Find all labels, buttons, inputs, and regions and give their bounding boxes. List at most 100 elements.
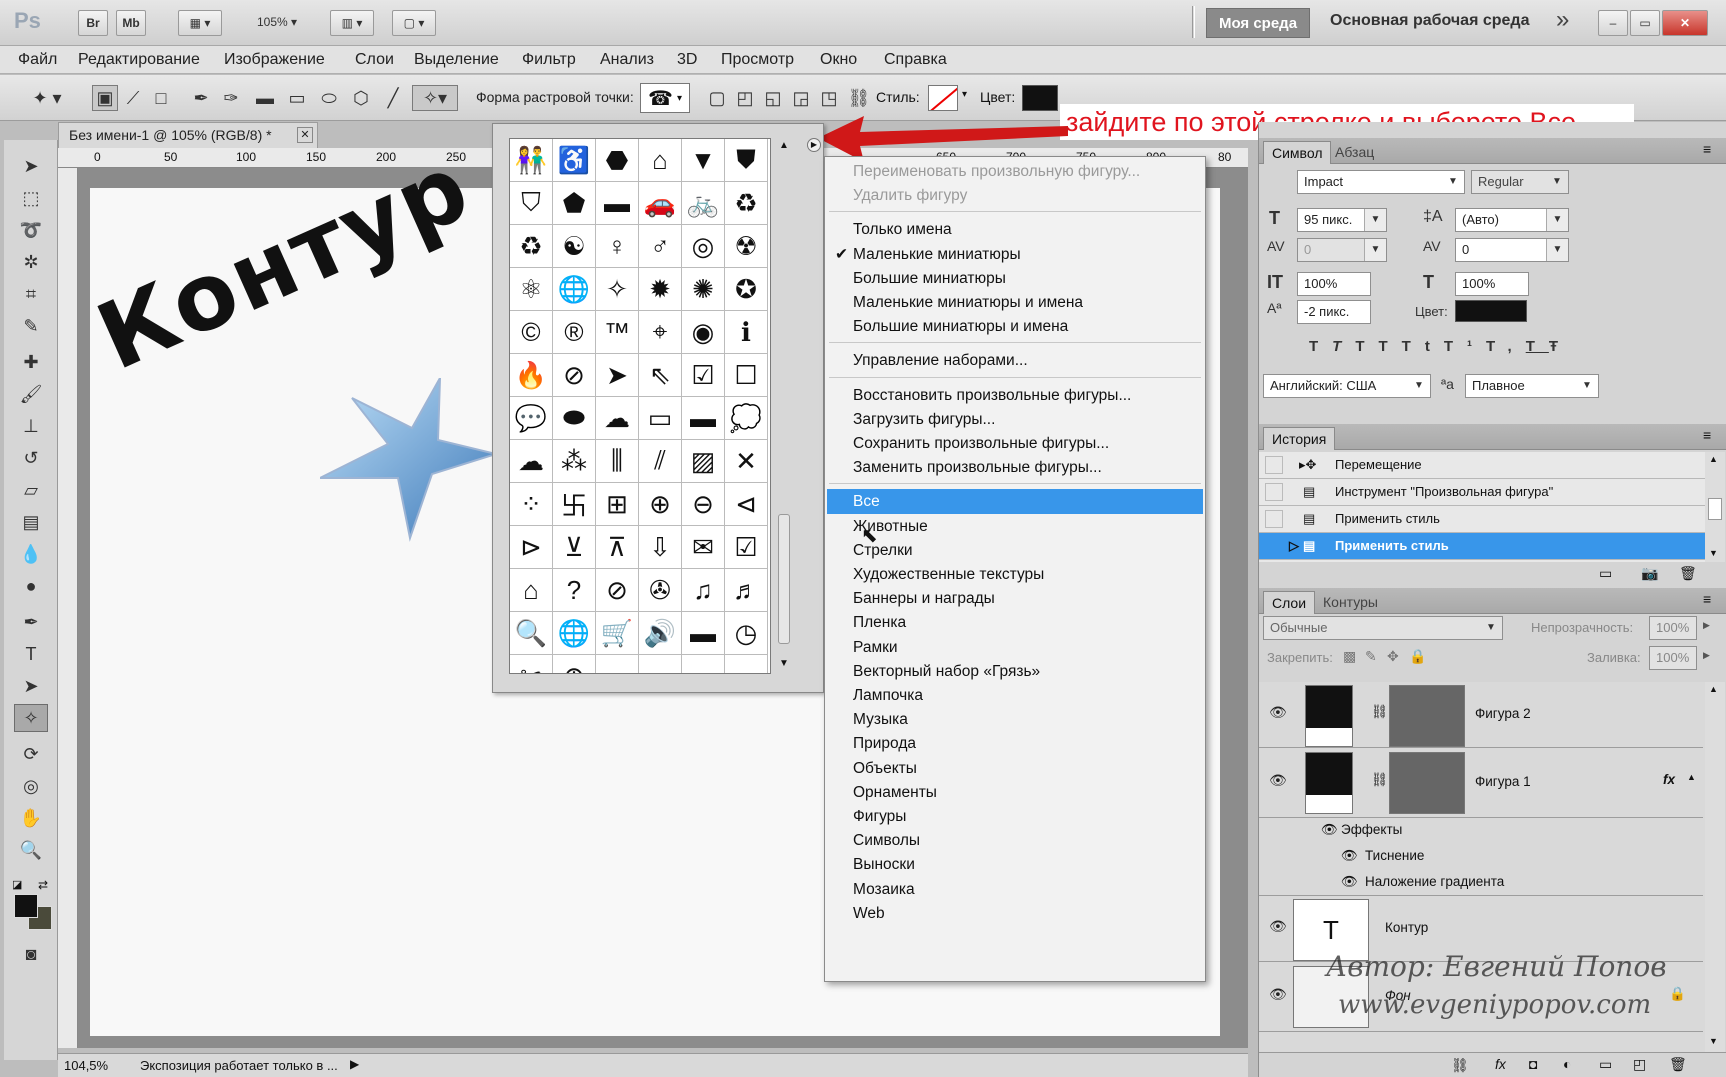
history-state-checkbox[interactable]	[1265, 456, 1283, 474]
menu-item[interactable]: Рамки	[827, 635, 1203, 660]
layers-scrollbar[interactable]: ▲ ▼	[1705, 682, 1725, 1052]
font-size-field[interactable]: 95 пикс. ▼	[1297, 208, 1387, 232]
ellipse-tool-button[interactable]: ⬭	[316, 85, 342, 111]
eyedropper-tool-icon[interactable]: ✎	[14, 312, 48, 340]
style-dropdown-arrow-icon[interactable]: ▾	[962, 89, 967, 100]
custom-shape-icon[interactable]: ⇩	[639, 526, 682, 569]
custom-shape-icon[interactable]: 卐	[553, 483, 596, 526]
minimize-button[interactable]: –	[1598, 10, 1628, 36]
menu-item[interactable]: Только имена	[827, 217, 1203, 242]
custom-shape-icon[interactable]: ▬	[596, 182, 639, 225]
custom-shape-icon[interactable]: ◷	[725, 612, 768, 655]
custom-shape-icon[interactable]: ♿	[553, 139, 596, 182]
workspace-my-button[interactable]: Моя среда	[1206, 8, 1310, 38]
move-tool-icon[interactable]: ➤	[14, 152, 48, 180]
style-picker[interactable]	[928, 85, 958, 111]
custom-shape-icon[interactable]: ☯	[553, 225, 596, 268]
menu-item[interactable]: Web	[827, 901, 1203, 926]
menu-layers[interactable]: Слои	[355, 51, 394, 69]
custom-shape-icon[interactable]: ▨	[682, 440, 725, 483]
add-mask-icon[interactable]: ◘	[1529, 1056, 1537, 1072]
all-caps-button[interactable]: TT	[1355, 338, 1401, 355]
horizontal-scale-field[interactable]: 100%	[1455, 272, 1529, 296]
kerning-field[interactable]: 0 ▼	[1297, 238, 1387, 262]
custom-shape-icon[interactable]: ▼	[682, 139, 725, 182]
menu-item[interactable]: Музыка	[827, 707, 1203, 732]
custom-shape-tool-icon[interactable]: ✧	[14, 704, 48, 732]
view-extras-button[interactable]: ▦ ▾	[178, 10, 222, 36]
clone-stamp-tool-icon[interactable]: ⊥	[14, 412, 48, 440]
layer-name[interactable]: Контур	[1385, 920, 1428, 935]
visibility-eye-icon[interactable]: 👁	[1269, 986, 1287, 1003]
custom-shape-icon[interactable]: ✧	[596, 268, 639, 311]
custom-shape-icon[interactable]: ⁂	[553, 440, 596, 483]
type-tool-icon[interactable]: T	[14, 640, 48, 668]
scroll-down-icon[interactable]: ▼	[1709, 1036, 1718, 1046]
3d-orbit-tool-icon[interactable]: ◎	[14, 772, 48, 800]
scroll-down-icon[interactable]: ▼	[1709, 548, 1718, 558]
menu-filter[interactable]: Фильтр	[522, 51, 576, 69]
scroll-thumb[interactable]	[1708, 498, 1722, 520]
custom-shape-icon[interactable]: ▬	[682, 397, 725, 440]
effect-item-row[interactable]: 👁 Тиснение	[1259, 844, 1703, 870]
vertical-scale-field[interactable]: 100%	[1297, 272, 1371, 296]
delete-layer-icon[interactable]: 🗑	[1669, 1056, 1687, 1073]
blur-tool-icon[interactable]: 💧	[14, 540, 48, 568]
panel-menu-icon[interactable]: ≡	[1703, 591, 1711, 607]
menu-item[interactable]: Восстановить произвольные фигуры...	[827, 383, 1203, 408]
menu-item[interactable]: Объекты	[827, 756, 1203, 781]
custom-shape-icon[interactable]: ⫽	[639, 440, 682, 483]
custom-shape-icon[interactable]: ▬	[682, 612, 725, 655]
shape-picker-button[interactable]: ☎ ▾	[640, 83, 690, 113]
custom-shape-icon[interactable]: ⊼	[596, 526, 639, 569]
layer-row[interactable]: 👁 ⛓ Фигура 2	[1259, 682, 1703, 748]
custom-shape-icon[interactable]	[725, 655, 768, 673]
menu-item[interactable]: Стрелки	[827, 538, 1203, 563]
magic-wand-tool-icon[interactable]: ✲	[14, 248, 48, 276]
custom-shape-icon[interactable]: ✇	[639, 569, 682, 612]
menu-help[interactable]: Справка	[884, 51, 947, 69]
lock-position-icon[interactable]: ✥	[1387, 648, 1399, 665]
shape-picker-menu-arrow-icon[interactable]: ▶	[807, 138, 821, 152]
superscript-button[interactable]: T¹	[1444, 338, 1486, 355]
add-layer-style-icon[interactable]: fx	[1495, 1056, 1506, 1072]
opacity-field[interactable]: 100%	[1649, 616, 1697, 640]
custom-shape-icon[interactable]: ⁘	[510, 483, 553, 526]
fill-pixels-mode-button[interactable]: □	[148, 85, 174, 111]
effect-eye-icon[interactable]: 👁	[1341, 874, 1358, 890]
snapshot-icon[interactable]: 📷	[1641, 565, 1658, 582]
dodge-tool-icon[interactable]: ●	[14, 572, 48, 600]
rounded-rectangle-tool-button[interactable]: ▭	[284, 85, 310, 111]
new-shape-layer-icon[interactable]: ▢	[704, 85, 730, 111]
fill-arrow-icon[interactable]: ▶	[1703, 650, 1710, 661]
custom-shape-icon[interactable]: ⫼	[596, 440, 639, 483]
custom-shape-icon[interactable]: ✂	[510, 655, 553, 673]
custom-shape-icon[interactable]: ✉	[682, 526, 725, 569]
custom-shape-icon[interactable]: ⊘	[596, 569, 639, 612]
adjustment-layer-icon[interactable]: ◐	[1563, 1056, 1571, 1072]
custom-shape-icon[interactable]: ⊻	[553, 526, 596, 569]
close-button[interactable]: ✕	[1662, 10, 1708, 36]
link-layers-icon[interactable]: ⛓	[1451, 1057, 1469, 1074]
custom-shape-icon[interactable]: ⬣	[596, 139, 639, 182]
path-selection-tool-icon[interactable]: ➤	[14, 672, 48, 700]
custom-shape-icon[interactable]: ⬟	[553, 182, 596, 225]
custom-shape-icon[interactable]: 🔍	[510, 612, 553, 655]
font-style-select[interactable]: Regular ▼	[1471, 170, 1569, 194]
menu-item[interactable]: Орнаменты	[827, 780, 1203, 805]
custom-shape-icon[interactable]: ®	[553, 311, 596, 354]
close-document-icon[interactable]: ✕	[297, 127, 313, 143]
zoom-tool-icon[interactable]: 🔍	[14, 836, 48, 864]
subscript-button[interactable]: T,	[1486, 338, 1526, 355]
effect-item-row[interactable]: 👁 Наложение градиента	[1259, 870, 1703, 896]
menu-item[interactable]: Художественные текстуры	[827, 562, 1203, 587]
menu-window[interactable]: Окно	[820, 51, 857, 69]
menu-item[interactable]: Управление наборами...	[827, 348, 1203, 373]
opacity-arrow-icon[interactable]: ▶	[1703, 620, 1710, 631]
menu-item[interactable]: Большие миниатюры и имена	[827, 314, 1203, 339]
custom-shape-icon[interactable]: 🛒	[596, 612, 639, 655]
menu-item[interactable]: Загрузить фигуры...	[827, 407, 1203, 432]
custom-shape-icon[interactable]: ⊞	[596, 483, 639, 526]
layer-row[interactable]: 👁 ⛓ Фигура 1 fx ▲	[1259, 748, 1703, 818]
bridge-button[interactable]: Br	[78, 10, 108, 36]
